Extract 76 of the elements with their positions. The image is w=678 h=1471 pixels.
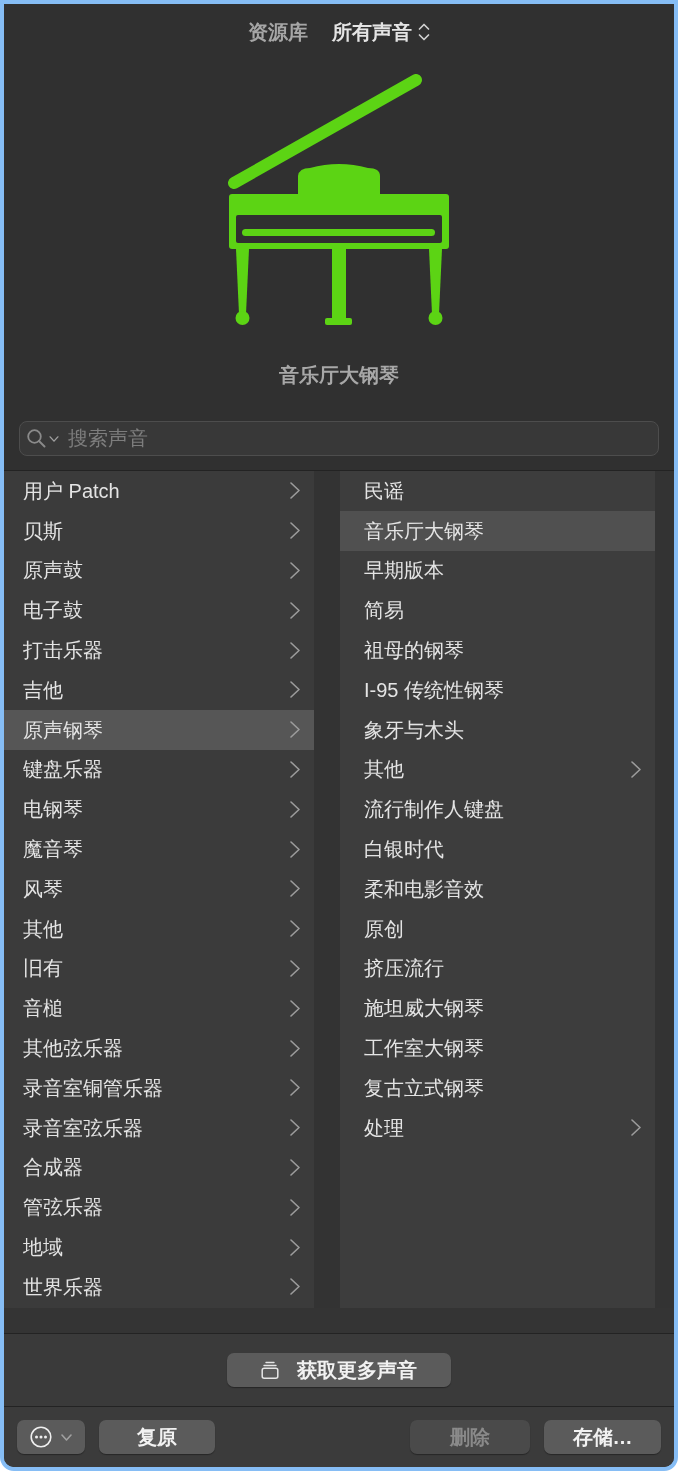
chevron-right-icon	[290, 562, 300, 579]
chevron-right-icon	[631, 760, 641, 778]
chevron-right-icon	[290, 920, 300, 938]
sound-item[interactable]: 早期版本	[340, 550, 655, 591]
save-button[interactable]: 存储…	[544, 1420, 661, 1454]
chevron-right-icon	[290, 681, 300, 699]
category-item[interactable]: 键盘乐器	[4, 749, 314, 790]
category-item[interactable]: 管弦乐器	[4, 1187, 314, 1228]
chevron-right-icon	[631, 1119, 641, 1137]
sound-item[interactable]: 复古立式钢琴	[340, 1067, 655, 1108]
sound-filter-popup[interactable]: 所有声音	[332, 17, 430, 47]
sound-item[interactable]: I-95 传统性钢琴	[340, 670, 655, 710]
revert-button[interactable]: 复原	[99, 1420, 215, 1454]
category-item[interactable]: 贝斯	[4, 510, 314, 551]
sound-folder-item[interactable]: 其他	[340, 749, 655, 790]
sound-item[interactable]: 挤压流行	[340, 948, 655, 989]
chevron-right-icon	[290, 1158, 300, 1176]
sound-item[interactable]: 流行制作人键盘	[340, 789, 655, 830]
sound-item[interactable]: 简易	[340, 590, 655, 631]
stacked-tray-icon	[261, 1361, 279, 1379]
chevron-right-icon	[290, 721, 300, 739]
category-item[interactable]: 魔音琴	[4, 829, 314, 869]
search-field[interactable]: 搜索声音	[19, 421, 659, 456]
chevron-right-icon	[290, 1198, 300, 1216]
chevron-right-icon	[290, 800, 300, 818]
category-item[interactable]: 电钢琴	[4, 789, 314, 830]
chevron-right-icon	[290, 601, 300, 619]
sound-item[interactable]: 工作室大钢琴	[340, 1028, 655, 1068]
sound-item[interactable]: 施坦威大钢琴	[340, 988, 655, 1029]
sound-item[interactable]: 象牙与木头	[340, 709, 655, 750]
category-item[interactable]: 世界乐器	[4, 1266, 314, 1307]
grand-piano-icon	[227, 74, 451, 326]
category-item[interactable]: 录音室铜管乐器	[4, 1067, 314, 1108]
sound-item[interactable]: 音乐厅大钢琴	[340, 510, 655, 551]
category-item[interactable]: 合成器	[4, 1147, 314, 1188]
sound-item[interactable]: 祖母的钢琴	[340, 630, 655, 670]
chevron-right-icon	[290, 1238, 300, 1256]
category-item[interactable]: 地域	[4, 1227, 314, 1267]
chevron-right-icon	[290, 959, 300, 977]
category-item[interactable]: 原声鼓	[4, 550, 314, 591]
sound-item[interactable]: 柔和电影音效	[340, 868, 655, 909]
sound-item[interactable]: 白银时代	[340, 829, 655, 869]
sound-item[interactable]: 原创	[340, 908, 655, 949]
category-item[interactable]: 打击乐器	[4, 630, 314, 670]
category-item[interactable]: 吉他	[4, 670, 314, 710]
library-label: 资源库	[248, 20, 308, 45]
chevron-right-icon	[290, 1079, 300, 1097]
chevron-right-icon	[290, 1278, 300, 1296]
chevron-down-icon	[61, 1433, 72, 1441]
category-item[interactable]: 原声钢琴	[4, 709, 314, 750]
sound-item[interactable]: 民谣	[340, 471, 655, 511]
category-item[interactable]: 电子鼓	[4, 590, 314, 631]
category-item[interactable]: 录音室弦乐器	[4, 1107, 314, 1148]
more-icon	[30, 1426, 52, 1448]
updown-chevron-icon	[418, 23, 430, 41]
chevron-right-icon	[290, 760, 300, 778]
chevron-right-icon	[290, 641, 300, 659]
category-item[interactable]: 风琴	[4, 868, 314, 909]
chevron-right-icon	[290, 1039, 300, 1057]
chevron-right-icon	[290, 999, 300, 1017]
category-item[interactable]: 其他弦乐器	[4, 1028, 314, 1068]
category-item[interactable]: 音槌	[4, 988, 314, 1029]
sound-folder-item[interactable]: 处理	[340, 1107, 655, 1148]
get-more-sounds-button[interactable]: 获取更多声音	[227, 1353, 451, 1387]
chevron-right-icon	[290, 880, 300, 898]
chevron-right-icon	[290, 522, 300, 540]
chevron-down-icon	[49, 435, 59, 442]
chevron-right-icon	[290, 482, 300, 500]
patch-name: 音乐厅大钢琴	[279, 363, 399, 388]
chevron-right-icon	[290, 840, 300, 858]
category-item[interactable]: 其他	[4, 908, 314, 949]
chevron-right-icon	[290, 1119, 300, 1137]
category-item[interactable]: 用户 Patch	[4, 471, 314, 511]
category-item[interactable]: 旧有	[4, 948, 314, 989]
search-icon	[27, 429, 46, 448]
action-menu-button[interactable]	[17, 1420, 85, 1454]
